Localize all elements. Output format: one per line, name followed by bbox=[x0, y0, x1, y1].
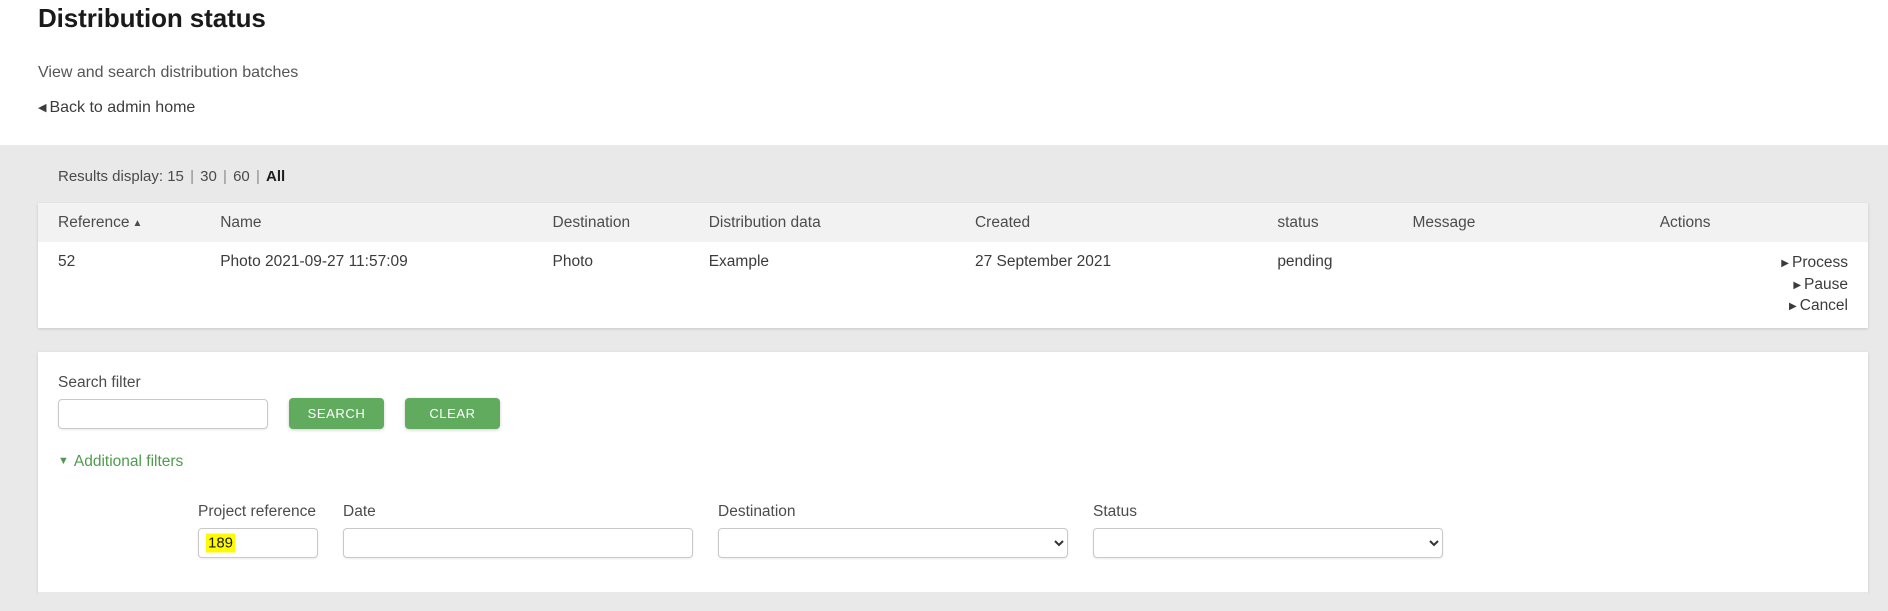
results-table: Reference ▲ Name Destination Distribution… bbox=[38, 203, 1868, 328]
action-cancel-label: Cancel bbox=[1799, 297, 1848, 314]
date-label: Date bbox=[343, 502, 376, 520]
results-display-option-all[interactable]: All bbox=[266, 168, 285, 185]
search-filter-card: Search filter SEARCH CLEAR ▼ Additional f… bbox=[38, 351, 1868, 592]
caret-left-icon: ◀ bbox=[38, 102, 47, 114]
status-label: Status bbox=[1093, 502, 1137, 520]
filter-field-destination: Destination bbox=[718, 503, 1068, 558]
filter-field-status: Status bbox=[1093, 503, 1443, 558]
additional-filters-row: Project reference 189 Date Destination S… bbox=[58, 503, 1848, 558]
cell-destination: Photo bbox=[552, 242, 709, 328]
cell-distribution-data: Example bbox=[708, 242, 975, 328]
status-select[interactable] bbox=[1093, 527, 1443, 558]
filter-field-date: Date bbox=[343, 503, 693, 558]
table-header-row: Reference ▲ Name Destination Distribution… bbox=[38, 203, 1868, 242]
page-header: Distribution status View and search dist… bbox=[0, 0, 1888, 145]
search-button[interactable]: SEARCH bbox=[289, 397, 384, 429]
cell-message bbox=[1412, 242, 1660, 328]
cell-created: 27 September 2021 bbox=[974, 242, 1278, 328]
caret-down-icon: ▼ bbox=[58, 454, 69, 467]
results-display-label: Results display: bbox=[58, 168, 164, 185]
results-display-separator: | bbox=[223, 168, 227, 185]
action-process-label: Process bbox=[1792, 254, 1848, 271]
results-display-separator: | bbox=[255, 168, 260, 185]
action-pause-link[interactable]: ▶ Pause bbox=[1660, 275, 1848, 297]
date-input[interactable] bbox=[343, 527, 693, 558]
results-band: Results display: 15 | 30 | 60 | All Refe… bbox=[0, 145, 1888, 611]
column-header-message[interactable]: Message bbox=[1412, 203, 1660, 242]
destination-label: Destination bbox=[718, 502, 796, 520]
cell-name: Photo 2021-09-27 11:57:09 bbox=[220, 242, 553, 328]
project-reference-input[interactable] bbox=[198, 527, 318, 558]
results-display-option-60[interactable]: 60 bbox=[233, 168, 250, 185]
filter-field-project-reference: Project reference 189 bbox=[198, 503, 318, 558]
column-header-name[interactable]: Name bbox=[220, 203, 553, 242]
additional-filters-label: Additional filters bbox=[73, 452, 184, 470]
results-table-head: Reference ▲ Name Destination Distribution… bbox=[38, 203, 1868, 242]
column-header-created[interactable]: Created bbox=[974, 203, 1278, 242]
search-filter-group: Search filter bbox=[58, 374, 268, 429]
results-display-option-15[interactable]: 15 bbox=[167, 168, 184, 185]
back-to-admin-home-link[interactable]: ◀ Back to admin home bbox=[38, 99, 195, 117]
clear-button[interactable]: CLEAR bbox=[405, 397, 500, 429]
caret-right-icon: ▶ bbox=[1793, 279, 1802, 291]
results-table-body: 52 Photo 2021-09-27 11:57:09 Photo Examp… bbox=[38, 242, 1868, 328]
additional-filters-toggle[interactable]: ▼ Additional filters bbox=[58, 453, 183, 471]
action-process-link[interactable]: ▶ Process bbox=[1660, 253, 1848, 275]
action-cancel-link[interactable]: ▶ Cancel bbox=[1660, 296, 1848, 318]
search-filter-label: Search filter bbox=[58, 373, 141, 391]
cell-actions: ▶ Process ▶ Pause ▶ Cancel bbox=[1659, 242, 1868, 328]
column-header-destination[interactable]: Destination bbox=[552, 203, 709, 242]
page-subtitle: View and search distribution batches bbox=[38, 64, 299, 81]
project-reference-input-wrapper: 189 bbox=[198, 527, 318, 558]
column-header-status[interactable]: status bbox=[1277, 203, 1413, 242]
page-title: Distribution status bbox=[38, 3, 266, 33]
card-gap-spacer bbox=[38, 328, 1868, 352]
results-table-card: Reference ▲ Name Destination Distribution… bbox=[38, 203, 1868, 328]
destination-select[interactable] bbox=[718, 527, 1068, 558]
search-filter-row: Search filter SEARCH CLEAR bbox=[58, 374, 1848, 429]
column-header-distribution-data[interactable]: Distribution data bbox=[708, 203, 975, 242]
cell-status: pending bbox=[1277, 242, 1413, 328]
project-reference-label: Project reference bbox=[198, 502, 317, 520]
footer-spacer bbox=[38, 591, 1868, 611]
cell-reference: 52 bbox=[38, 242, 221, 328]
column-header-reference[interactable]: Reference ▲ bbox=[38, 203, 221, 242]
results-display-bar: Results display: 15 | 30 | 60 | All bbox=[38, 145, 1868, 203]
column-header-actions: Actions bbox=[1659, 203, 1868, 242]
back-link-label: Back to admin home bbox=[49, 99, 196, 116]
table-row: 52 Photo 2021-09-27 11:57:09 Photo Examp… bbox=[38, 242, 1868, 328]
sort-ascending-icon: ▲ bbox=[132, 218, 143, 229]
action-pause-label: Pause bbox=[1804, 275, 1848, 293]
column-header-reference-label: Reference bbox=[58, 214, 130, 231]
caret-right-icon: ▶ bbox=[1781, 258, 1789, 269]
results-display-option-30[interactable]: 30 bbox=[200, 168, 217, 185]
search-input[interactable] bbox=[58, 398, 268, 429]
results-display-separator: | bbox=[190, 168, 194, 185]
caret-right-icon: ▶ bbox=[1789, 301, 1797, 312]
